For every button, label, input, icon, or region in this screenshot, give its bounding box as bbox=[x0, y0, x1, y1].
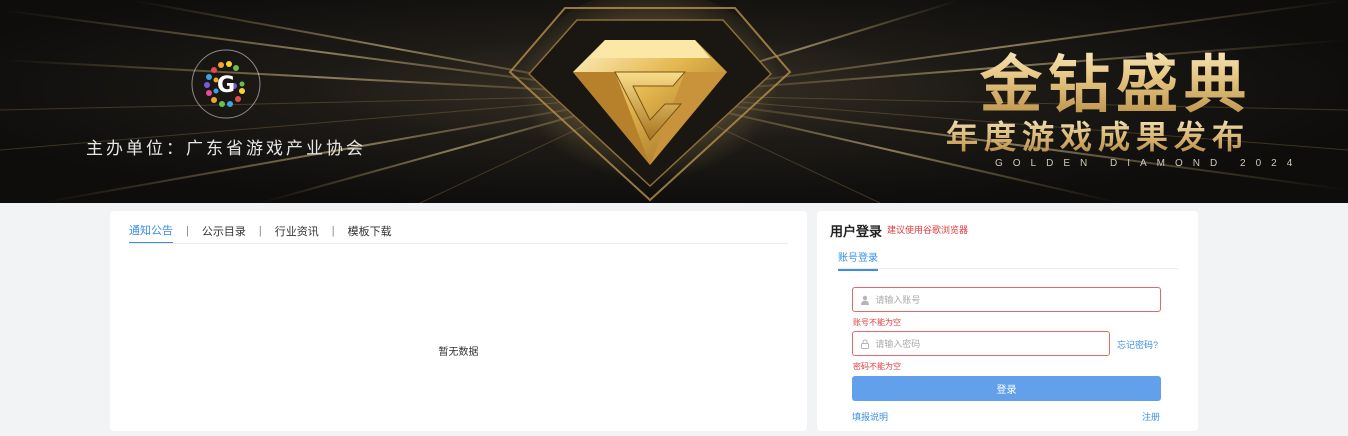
tab-separator: | bbox=[186, 225, 189, 237]
forgot-password-link[interactable]: 忘记密码? bbox=[1117, 338, 1158, 351]
event-english-title: GOLDEN DIAMOND 2024 bbox=[995, 158, 1303, 169]
login-panel: 用户登录 建议使用谷歌浏览器 账号登录 账号不能为空 密码不能为空 忘记密码? … bbox=[817, 211, 1198, 431]
browser-tip: 建议使用谷歌浏览器 bbox=[887, 225, 969, 235]
notice-tabs: 通知公告 | 公示目录 | 行业资讯 | 模板下载 bbox=[129, 222, 392, 244]
tab-publicity-list[interactable]: 公示目录 bbox=[202, 223, 246, 243]
hero-banner: G 主办单位：广东省游戏产业协会 金钻盛典 年度游戏成果发布 GOLDEN DI… bbox=[0, 0, 1348, 203]
tab-industry-news[interactable]: 行业资讯 bbox=[275, 223, 319, 243]
organizer-text: 主办单位：广东省游戏产业协会 bbox=[86, 139, 366, 159]
filling-instructions-link[interactable]: 填报说明 bbox=[852, 410, 888, 423]
username-error: 账号不能为空 bbox=[853, 318, 901, 327]
event-title: 金钻盛典 bbox=[980, 34, 1252, 124]
logo-letter: G bbox=[217, 73, 235, 98]
event-subtitle: 年度游戏成果发布 bbox=[946, 112, 1250, 158]
login-button[interactable]: 登录 bbox=[852, 376, 1161, 401]
association-logo: G bbox=[190, 48, 262, 120]
user-icon bbox=[859, 294, 870, 306]
tabs-divider bbox=[129, 243, 788, 244]
lock-icon bbox=[859, 338, 870, 350]
username-input[interactable] bbox=[875, 294, 1160, 305]
tab-notices[interactable]: 通知公告 bbox=[129, 222, 173, 244]
username-field[interactable] bbox=[852, 287, 1161, 312]
password-input[interactable] bbox=[875, 338, 1109, 349]
tab-separator: | bbox=[258, 225, 262, 237]
login-tabs-divider bbox=[838, 268, 1178, 269]
password-error: 密码不能为空 bbox=[853, 362, 901, 371]
register-link[interactable]: 注册 bbox=[1142, 410, 1160, 423]
password-field[interactable] bbox=[852, 331, 1110, 356]
empty-state-text: 暂无数据 bbox=[438, 347, 479, 358]
tab-template-download[interactable]: 模板下载 bbox=[348, 223, 392, 243]
tab-separator: | bbox=[331, 225, 335, 237]
golden-diamond-emblem bbox=[505, 0, 795, 203]
login-title: 用户登录 bbox=[830, 224, 883, 239]
notice-panel: 通知公告 | 公示目录 | 行业资讯 | 模板下载 暂无数据 bbox=[110, 211, 807, 431]
